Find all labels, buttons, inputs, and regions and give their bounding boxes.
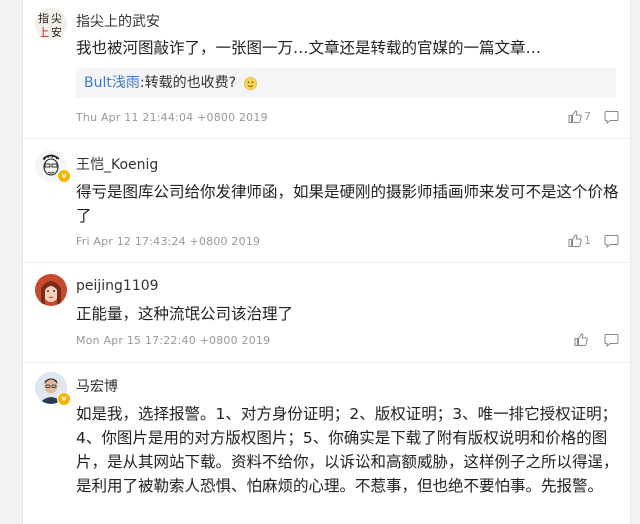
svg-text:安: 安 — [51, 25, 62, 39]
comment-bubble-icon — [604, 333, 620, 347]
comment-text: 正能量，这种流氓公司该治理了 — [76, 305, 294, 323]
comment-author[interactable]: 马宏博 — [76, 376, 118, 396]
emoji-icon — [244, 76, 258, 90]
like-count: 1 — [584, 234, 591, 247]
like-button[interactable]: 1 — [568, 234, 591, 247]
comment-text: 如是我，选择报警。1、对方身份证明；2、版权证明；3、唯一排它授权证明；4、你图… — [76, 405, 619, 495]
like-count: 7 — [584, 110, 591, 123]
quoted-reply-author[interactable]: Bult浅雨 — [84, 75, 140, 91]
comment-timestamp: Mon Apr 15 17:22:40 +0800 2019 — [76, 334, 271, 347]
comment-bubble-icon — [604, 110, 620, 124]
comment-author[interactable]: peijing1109 — [76, 278, 159, 294]
reply-button[interactable] — [604, 333, 620, 347]
like-button[interactable] — [574, 333, 590, 346]
quoted-reply-text: :转载的也收费? — [139, 75, 237, 91]
reply-button[interactable] — [604, 234, 620, 248]
comment-item: v 王恺_Koenig 得亏是图库公司给你发律师函，如果是硬刚的摄影师插画师来发… — [23, 138, 630, 263]
verified-badge-icon: v — [57, 392, 71, 406]
like-button[interactable]: 7 — [568, 110, 591, 123]
thumbs-up-icon — [568, 110, 582, 123]
thumbs-up-icon — [568, 234, 582, 247]
comment-item: peijing1109 正能量，这种流氓公司该治理了 Mon Apr 15 17… — [23, 262, 630, 363]
avatar[interactable]: 指 尖 上 安 — [35, 8, 67, 40]
comment-item: v 马宏博 如是我，选择报警。1、对方身份证明；2、版权证明；3、唯一排它授权证… — [23, 362, 630, 524]
thumbs-up-icon — [574, 333, 588, 346]
comment-author[interactable]: 王恺_Koenig — [76, 154, 158, 174]
comment-bubble-icon — [604, 234, 620, 248]
verified-badge-icon: v — [57, 169, 71, 183]
avatar[interactable] — [35, 274, 67, 306]
svg-text:尖: 尖 — [51, 12, 62, 25]
svg-text:指: 指 — [38, 11, 49, 25]
comment-item: 指 尖 上 安 指尖上的武安 我也被河图敲诈了，一张图一万…文章还是转载的官媒的… — [23, 0, 630, 139]
comment-list: 指 尖 上 安 指尖上的武安 我也被河图敲诈了，一张图一万…文章还是转载的官媒的… — [22, 0, 631, 524]
comment-timestamp: Fri Apr 12 17:43:24 +0800 2019 — [76, 235, 261, 248]
svg-text:上: 上 — [38, 26, 49, 39]
comment-text: 得亏是图库公司给你发律师函，如果是硬刚的摄影师插画师来发可不是这个价格了 — [76, 183, 619, 225]
reply-button[interactable] — [604, 110, 620, 124]
quoted-reply: Bult浅雨:转载的也收费? — [76, 68, 616, 98]
comment-author[interactable]: 指尖上的武安 — [76, 11, 160, 31]
comment-text: 我也被河图敲诈了，一张图一万…文章还是转载的官媒的一篇文章… — [76, 39, 542, 57]
comment-timestamp: Thu Apr 11 21:44:04 +0800 2019 — [76, 111, 268, 124]
